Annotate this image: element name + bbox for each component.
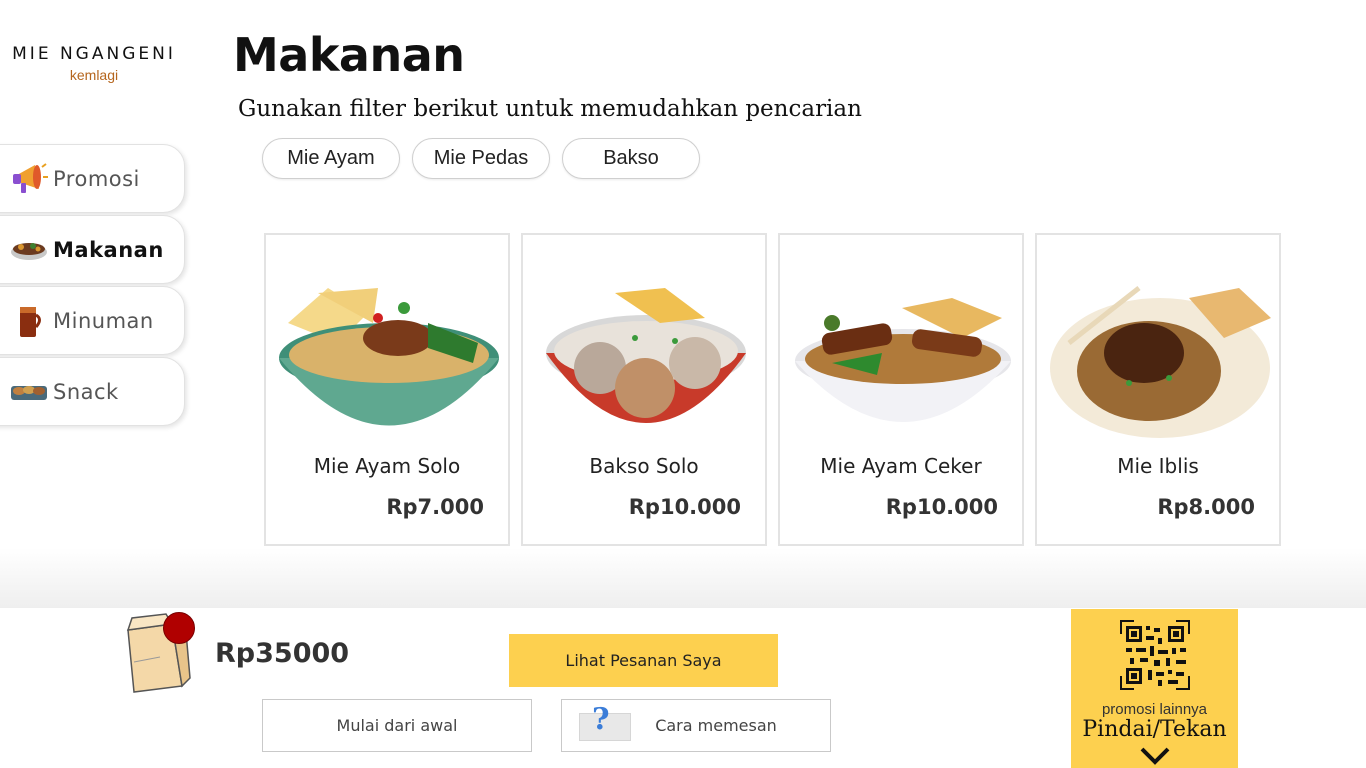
food-bowl-icon — [9, 230, 49, 270]
product-price: Rp8.000 — [1157, 495, 1255, 519]
cart-count-badge — [163, 612, 195, 644]
sidebar-item-label: Minuman — [53, 308, 154, 333]
product-price: Rp7.000 — [386, 495, 484, 519]
mie-ayam-ceker-image — [795, 298, 1011, 422]
how-to-order-button[interactable]: ? Cara memesan — [561, 699, 831, 752]
bakso-solo-image — [546, 288, 746, 423]
promo-subtitle: promosi lainnya — [1101, 701, 1208, 718]
sidebar-item-promosi[interactable]: Promosi — [0, 144, 185, 213]
promo-scan-panel[interactable]: promosi lainnya Pindai/Tekan — [1071, 609, 1238, 768]
view-order-button[interactable]: Lihat Pesanan Saya — [509, 634, 778, 687]
filter-chip-mie-ayam[interactable]: Mie Ayam — [262, 138, 400, 179]
snack-plate-icon — [9, 372, 49, 412]
filter-chip-mie-pedas[interactable]: Mie Pedas — [412, 138, 550, 179]
product-price: Rp10.000 — [885, 495, 998, 519]
product-card[interactable]: Bakso Solo Rp10.000 — [521, 233, 767, 546]
product-name: Mie Iblis — [1117, 454, 1199, 478]
sidebar-item-label: Makanan — [53, 237, 164, 262]
question-mark-icon: ? — [579, 702, 631, 741]
product-name: Mie Ayam Ceker — [820, 454, 982, 478]
brand-location: kemlagi — [69, 67, 119, 83]
product-card[interactable]: Mie Iblis Rp8.000 — [1035, 233, 1281, 546]
footer-shadow — [0, 548, 1366, 610]
qr-code-icon — [1118, 618, 1192, 692]
cart-total: Rp35000 — [215, 638, 350, 669]
category-sidebar: Promosi Makanan Minuman Snack — [0, 144, 185, 428]
product-price: Rp10.000 — [628, 495, 741, 519]
product-grid: Mie Ayam Solo Rp7.000 Bakso Solo Rp10.00… — [264, 233, 1281, 546]
product-name: Bakso Solo — [589, 454, 699, 478]
product-card[interactable]: Mie Ayam Ceker Rp10.000 — [778, 233, 1024, 546]
page-title: Makanan — [233, 28, 465, 82]
megaphone-icon — [9, 159, 49, 199]
filter-instruction: Gunakan filter berikut untuk memudahkan … — [238, 96, 862, 122]
promo-title: Pindai/Tekan — [1082, 717, 1227, 742]
mie-iblis-image — [1050, 286, 1271, 438]
product-card[interactable]: Mie Ayam Solo Rp7.000 — [264, 233, 510, 546]
restart-button[interactable]: Mulai dari awal — [262, 699, 532, 752]
filter-chip-bakso[interactable]: Bakso — [562, 138, 700, 179]
how-to-order-label: Cara memesan — [655, 716, 777, 735]
sidebar-item-label: Promosi — [53, 166, 140, 191]
iced-tea-icon — [9, 301, 49, 341]
product-name: Mie Ayam Solo — [313, 454, 461, 478]
sidebar-item-snack[interactable]: Snack — [0, 357, 185, 426]
filter-chips: Mie Ayam Mie Pedas Bakso — [262, 138, 700, 179]
sidebar-item-label: Snack — [53, 379, 119, 404]
brand-name: MIE NGANGENI — [12, 44, 176, 64]
sidebar-item-minuman[interactable]: Minuman — [0, 286, 185, 355]
mie-ayam-solo-image — [279, 288, 499, 426]
chevron-down-icon — [1140, 747, 1170, 765]
sidebar-item-makanan[interactable]: Makanan — [0, 215, 185, 284]
brand-logo: MIE NGANGENI kemlagi — [0, 44, 188, 83]
